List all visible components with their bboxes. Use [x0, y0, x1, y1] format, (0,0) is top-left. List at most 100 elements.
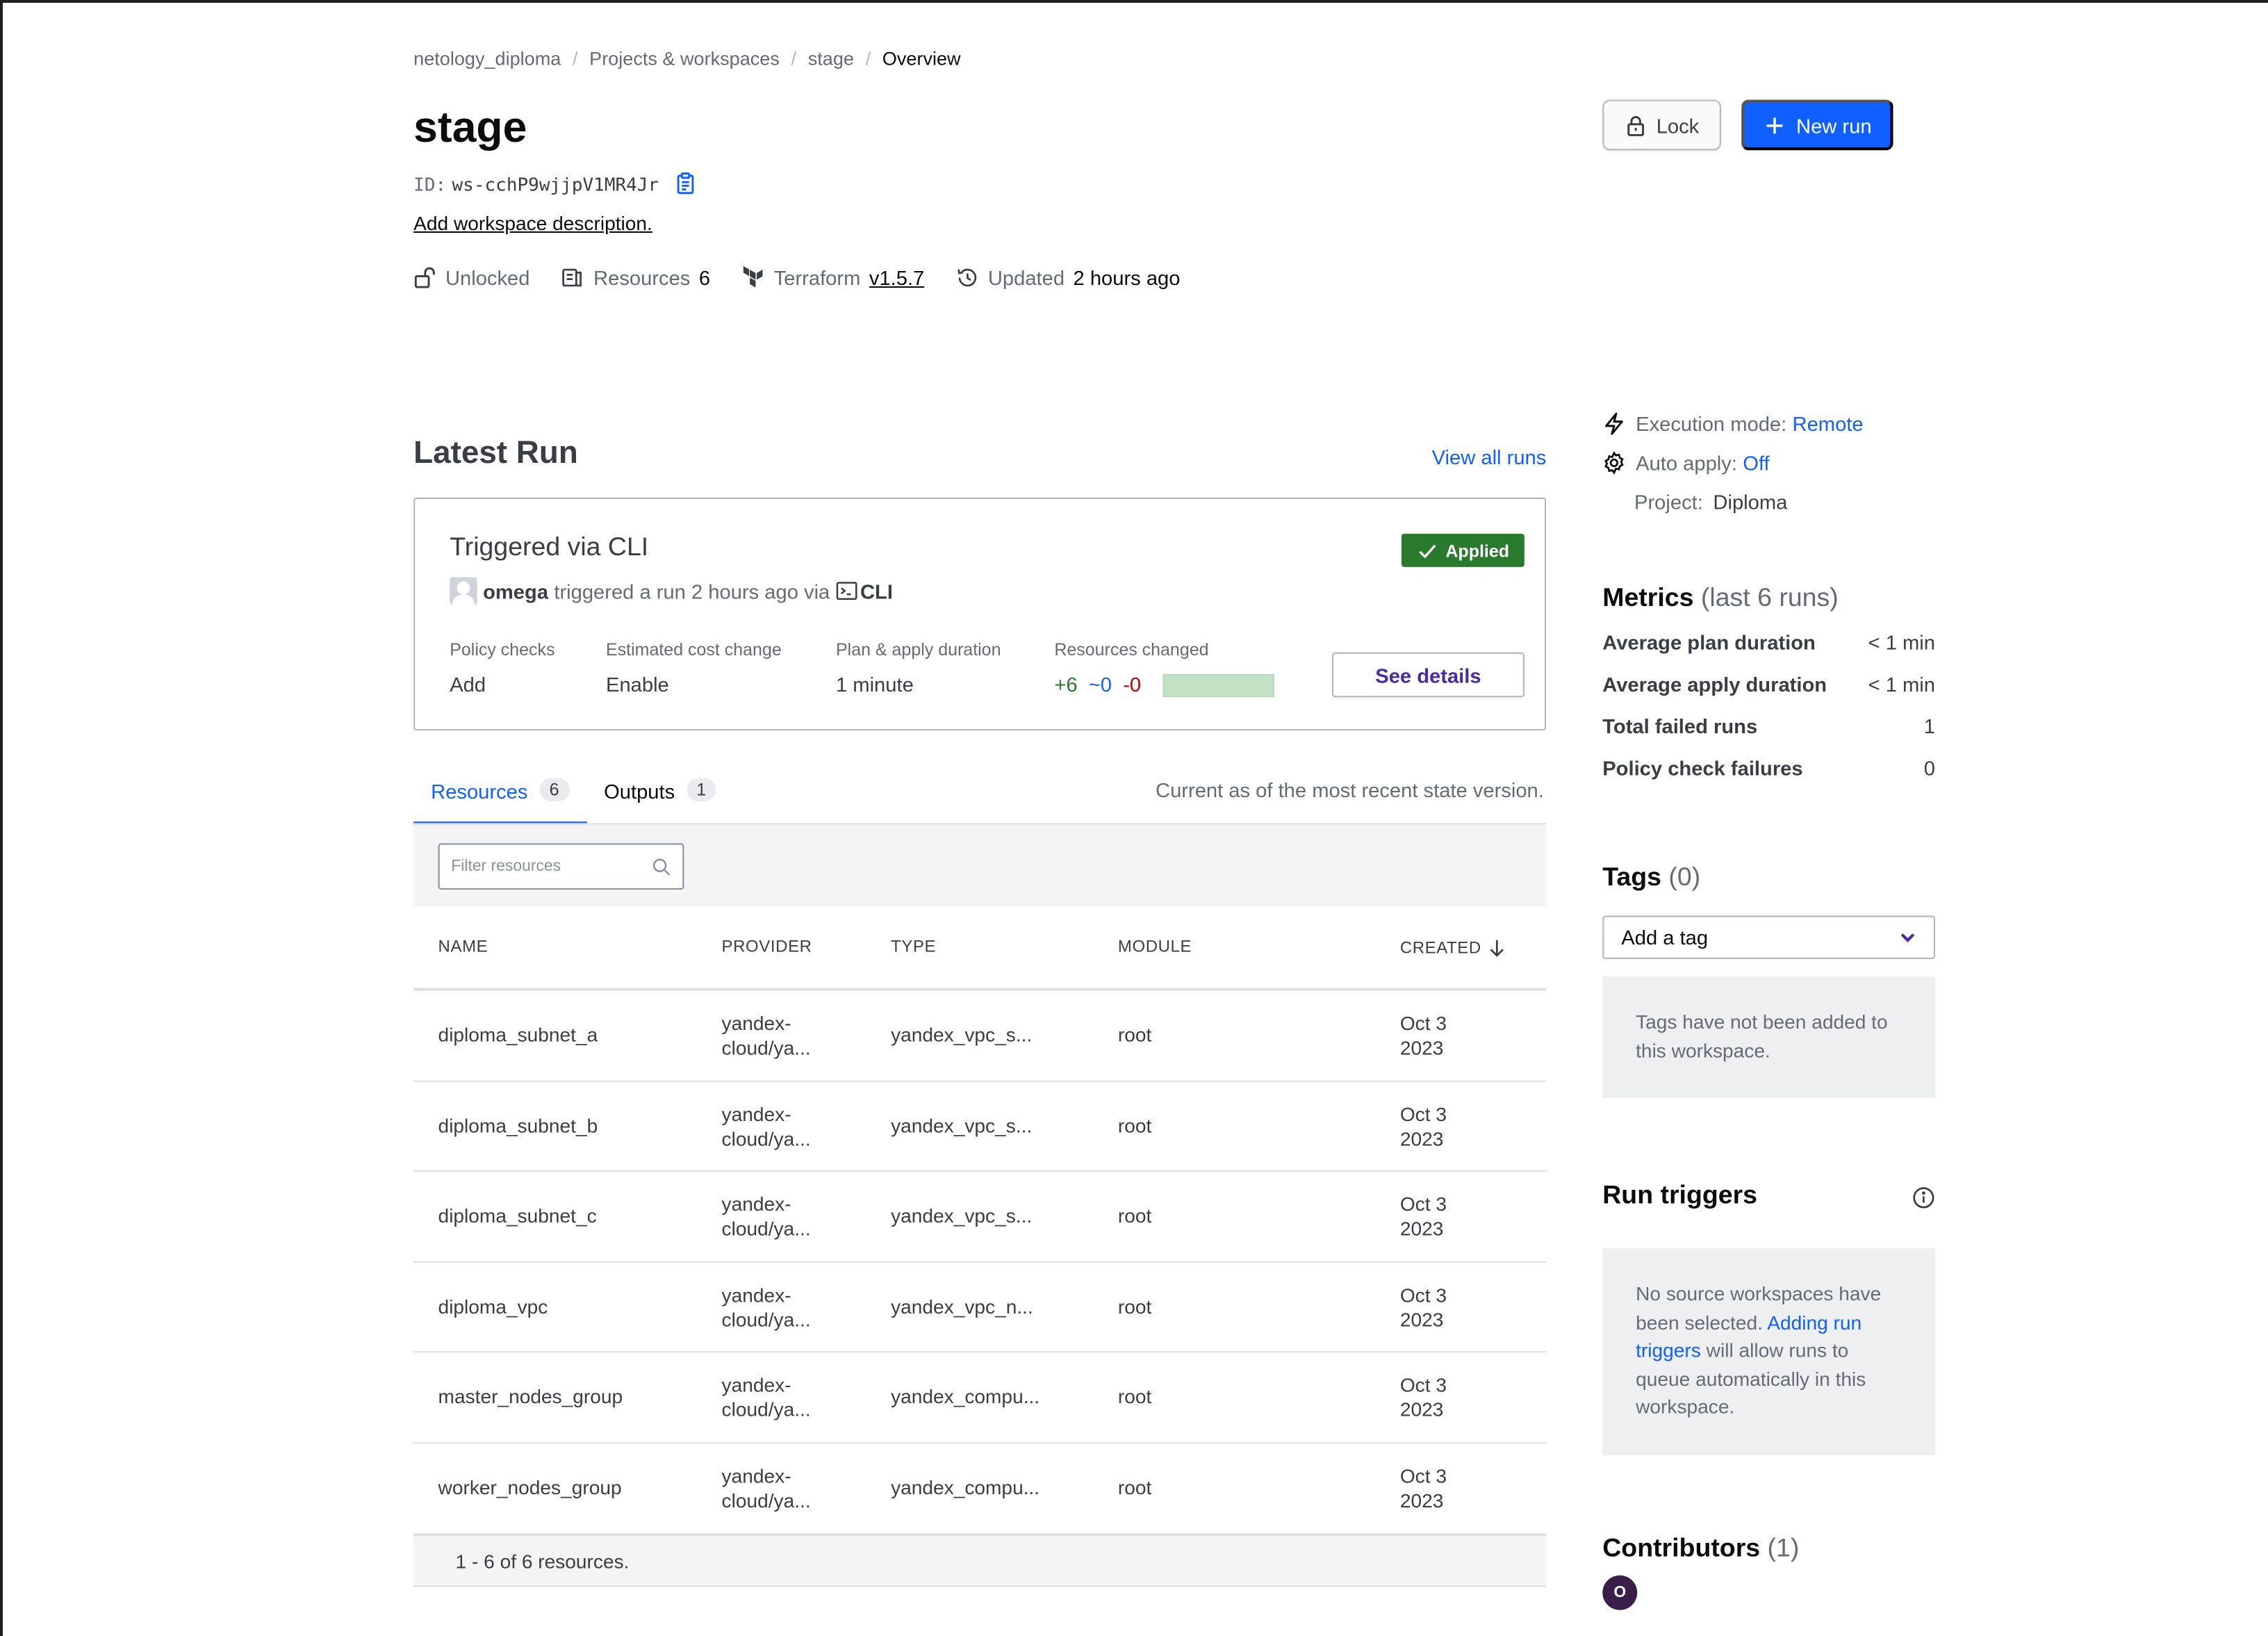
run-via-label: CLI: [860, 579, 893, 603]
cell-provider: yandex-cloud/ya...: [722, 1282, 811, 1332]
policy-checks-label: Policy checks: [450, 639, 555, 660]
add-tag-select[interactable]: Add a tag: [1602, 915, 1936, 959]
cell-created: Oct 3 2023: [1400, 1373, 1447, 1422]
run-user[interactable]: omega: [483, 580, 548, 603]
avatar: [450, 577, 477, 605]
cell-type: yandex_vpc_n...: [891, 1295, 1033, 1318]
cell-provider-line1: yandex-: [721, 1103, 791, 1125]
policy-checks-add-link[interactable]: Add: [450, 673, 486, 696]
tab-outputs[interactable]: Outputs 1: [586, 778, 734, 825]
cell-provider: yandex-cloud/ya...: [722, 1102, 811, 1151]
project-label: Project:: [1634, 490, 1703, 514]
cell-type: yandex_compu...: [891, 1386, 1040, 1408]
add-tag-label: Add a tag: [1621, 926, 1709, 949]
run-trigger-text: triggered a run 2 hours ago via: [554, 579, 830, 603]
cell-module: root: [1117, 1024, 1152, 1046]
metric-failed-runs: Total failed runs 1: [1602, 714, 1935, 737]
resources-icon: [563, 268, 582, 287]
cell-module: root: [1117, 1386, 1152, 1408]
column-provider[interactable]: PROVIDER: [722, 939, 812, 956]
cell-name[interactable]: master_nodes_group: [438, 1386, 623, 1407]
chevron-down-icon: [1900, 933, 1915, 942]
breadcrumb-separator: /: [865, 47, 871, 69]
breadcrumb-org[interactable]: netology_diploma: [413, 48, 561, 69]
filter-resources-input[interactable]: Filter resources: [438, 843, 684, 890]
breadcrumb-separator: /: [572, 47, 578, 69]
table-row[interactable]: diploma_subnet_a yandex-cloud/ya... yand…: [413, 991, 1547, 1081]
breadcrumb-workspace[interactable]: stage: [808, 48, 854, 69]
lock-icon: [1627, 115, 1645, 136]
auto-apply-link[interactable]: Off: [1743, 451, 1769, 474]
cell-created-line1: Oct 3: [1399, 1374, 1447, 1396]
cell-created-line1: Oct 3: [1399, 1103, 1447, 1125]
view-all-runs-link[interactable]: View all runs: [1432, 445, 1547, 468]
execution-mode-link[interactable]: Remote: [1793, 412, 1864, 435]
cell-name[interactable]: diploma_subnet_a: [438, 1024, 598, 1046]
add-description-link[interactable]: Add workspace description.: [413, 213, 652, 234]
duration-label: Plan & apply duration: [836, 639, 1001, 660]
new-run-button[interactable]: New run: [1741, 99, 1893, 151]
state-note: Current as of the most recent state vers…: [1156, 778, 1544, 802]
metrics-title: Metrics: [1602, 582, 1694, 612]
cell-type: yandex_vpc_s...: [891, 1024, 1033, 1046]
table-row[interactable]: diploma_subnet_c yandex-cloud/ya... yand…: [413, 1172, 1547, 1263]
bolt-icon: [1604, 412, 1623, 435]
cell-type: yandex_compu...: [891, 1476, 1040, 1498]
table-row[interactable]: diploma_subnet_b yandex-cloud/ya... yand…: [413, 1081, 1547, 1172]
resources-count: Resources 6: [561, 266, 710, 289]
column-module[interactable]: MODULE: [1118, 939, 1192, 956]
status-badge-label: Applied: [1445, 540, 1509, 561]
project-info: Project: Diploma: [1634, 490, 1787, 513]
project-value[interactable]: Diploma: [1713, 490, 1787, 513]
check-icon: [1418, 543, 1436, 558]
metric-avg-apply: Average apply duration < 1 min: [1602, 673, 1935, 696]
lock-button[interactable]: Lock: [1602, 99, 1721, 151]
table-row[interactable]: diploma_vpc yandex-cloud/ya... yandex_vp…: [413, 1262, 1547, 1353]
resources-table: NAME PROVIDER TYPE MODULE CREATED diplom…: [413, 907, 1547, 1533]
info-icon[interactable]: [1912, 1186, 1935, 1209]
cell-created: Oct 3 2023: [1400, 1102, 1447, 1151]
cell-provider-line2: cloud/ya...: [721, 1037, 811, 1059]
table-row[interactable]: master_nodes_group yandex-cloud/ya... ya…: [413, 1352, 1547, 1443]
column-created[interactable]: CREATED: [1400, 939, 1506, 958]
cell-module: root: [1117, 1204, 1152, 1227]
cell-name[interactable]: diploma_subnet_c: [438, 1205, 597, 1227]
cell-created-line2: 2023: [1399, 1218, 1444, 1240]
cell-provider: yandex-cloud/ya...: [722, 1463, 811, 1512]
tab-resources[interactable]: Resources 6: [413, 778, 587, 825]
cell-name[interactable]: worker_nodes_group: [438, 1476, 622, 1498]
cell-provider-line1: yandex-: [721, 1374, 791, 1396]
column-type[interactable]: TYPE: [891, 939, 936, 956]
cell-provider-line2: cloud/ya...: [721, 1218, 811, 1240]
tags-count: (0): [1668, 862, 1701, 892]
status-badge: Applied: [1401, 533, 1525, 567]
metric-value: 0: [1923, 756, 1936, 780]
metric-value: 1: [1923, 714, 1936, 738]
cost-enable-link[interactable]: Enable: [606, 673, 669, 696]
table-row[interactable]: worker_nodes_group yandex-cloud/ya... ya…: [413, 1443, 1546, 1533]
cell-created-line1: Oct 3: [1399, 1284, 1447, 1306]
copy-icon[interactable]: [673, 172, 696, 195]
cell-created-line2: 2023: [1399, 1127, 1444, 1150]
table-header: NAME PROVIDER TYPE MODULE CREATED: [413, 907, 1547, 991]
terraform-version-link[interactable]: v1.5.7: [869, 266, 924, 289]
updated-label: Updated: [987, 265, 1065, 290]
avatar[interactable]: O: [1602, 1575, 1638, 1610]
column-created-label: CREATED: [1399, 939, 1481, 957]
resources-modified: ~0: [1088, 672, 1112, 696]
cell-type: yandex_vpc_s...: [891, 1114, 1033, 1136]
lock-button-label: Lock: [1656, 113, 1700, 137]
cell-created: Oct 3 2023: [1400, 1282, 1447, 1332]
cell-created-line1: Oct 3: [1399, 1012, 1447, 1035]
workspace-id-label: ID:: [413, 172, 447, 195]
run-via: CLI: [836, 580, 893, 603]
metric-label: Total failed runs: [1602, 714, 1758, 738]
cell-name[interactable]: diploma_vpc: [438, 1295, 548, 1317]
breadcrumb-projects[interactable]: Projects & workspaces: [589, 48, 780, 69]
metric-value: < 1 min: [1868, 672, 1936, 696]
see-details-button[interactable]: See details: [1331, 652, 1525, 698]
cell-name[interactable]: diploma_subnet_b: [438, 1115, 598, 1136]
cell-created-line1: Oct 3: [1399, 1193, 1447, 1216]
cell-created: Oct 3 2023: [1400, 1011, 1447, 1061]
column-name[interactable]: NAME: [438, 939, 488, 956]
